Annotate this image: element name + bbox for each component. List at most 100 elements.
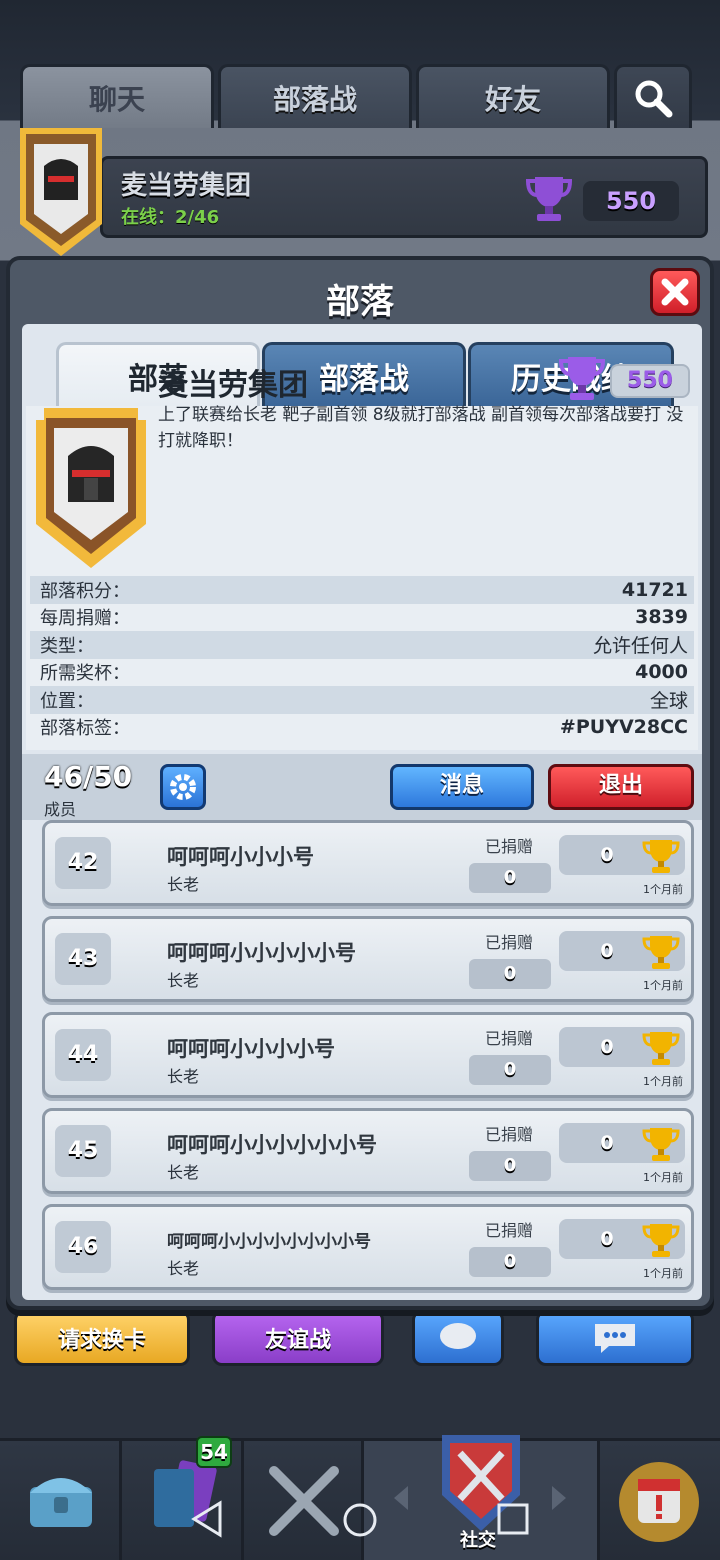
last-seen: 1个月前 xyxy=(643,1171,683,1184)
speech-icon xyxy=(595,1324,635,1353)
member-trophies: 0 xyxy=(600,844,614,866)
crossed-swords-icon xyxy=(269,1466,339,1536)
bottom-nav xyxy=(0,1435,720,1560)
gear-icon xyxy=(170,774,196,800)
chest-icon xyxy=(30,1478,92,1527)
gold-trophy-icon xyxy=(642,1128,680,1161)
cards-count-badge: 54 xyxy=(196,1436,232,1468)
stat-value: 41721 xyxy=(621,578,688,601)
nav-social-label: 社交 xyxy=(460,1530,496,1551)
request-cards-button[interactable]: 请求换卡 xyxy=(14,1310,190,1366)
member-role: 长老 xyxy=(167,1163,200,1182)
member-name: 呵呵呵小小小小小小小小号 xyxy=(167,1232,371,1252)
clan-strip-name: 麦当劳集团 xyxy=(121,171,252,201)
member-rank: 43 xyxy=(55,933,111,985)
clan-strip-trophies: 550 xyxy=(583,181,679,221)
stat-value: #PUYV28CC xyxy=(559,716,688,739)
clan-stats: 部落积分： 41721 每周捐赠： 3839 类型： 允许任何人 所需奖杯： 4000 … xyxy=(30,576,694,741)
tab-friends[interactable]: 好友 xyxy=(416,64,610,128)
member-rank: 42 xyxy=(55,837,111,889)
member-row[interactable]: 44 呵呵呵小小小小号 长老 已捐赠 0 0 1个月前 xyxy=(42,1012,694,1098)
stat-row: 每周捐赠： 3839 xyxy=(30,604,694,632)
clan-info-modal: 部落 部落 部落战 历史战绩 麦当劳集团 550 上了联赛给长老 靶子副首领 8… xyxy=(6,256,714,1310)
member-role: 长老 xyxy=(167,875,200,894)
stat-label: 所需奖杯： xyxy=(40,663,130,685)
stat-row: 部落标签： #PUYV28CC xyxy=(30,714,694,742)
member-trophies: 0 xyxy=(600,1132,614,1154)
last-seen: 1个月前 xyxy=(643,883,683,896)
member-trophies: 0 xyxy=(600,1228,614,1250)
home-nav-icon[interactable] xyxy=(342,1502,378,1538)
stat-label: 部落积分： xyxy=(40,580,130,602)
member-rank: 46 xyxy=(55,1221,111,1273)
last-seen: 1个月前 xyxy=(643,1075,683,1088)
clan-strip-online: 在线：2/46 xyxy=(121,207,220,228)
recents-nav-icon[interactable] xyxy=(496,1502,530,1536)
member-row[interactable]: 43 呵呵呵小小小小小号 长老 已捐赠 0 0 1个月前 xyxy=(42,916,694,1002)
scroll-right-icon[interactable] xyxy=(548,1484,570,1512)
clan-badge-icon xyxy=(36,408,146,568)
last-seen: 1个月前 xyxy=(643,979,683,992)
donated-count: 0 xyxy=(469,959,551,989)
donated-count: 0 xyxy=(469,1151,551,1181)
clan-settings-button[interactable] xyxy=(160,764,206,810)
member-role: 长老 xyxy=(167,971,200,990)
stat-label: 每周捐赠： xyxy=(40,608,130,630)
stat-value: 允许任何人 xyxy=(592,635,688,658)
tab-clan-war[interactable]: 部落战 xyxy=(218,64,412,128)
stat-label: 位置： xyxy=(40,690,94,712)
donated-count: 0 xyxy=(469,1247,551,1277)
stat-label: 部落标签： xyxy=(40,718,130,740)
stat-row: 类型： 允许任何人 xyxy=(30,631,694,659)
member-role: 长老 xyxy=(167,1067,200,1086)
stat-row: 部落积分： 41721 xyxy=(30,576,694,604)
gold-trophy-icon xyxy=(642,840,680,873)
member-count: 46/50 xyxy=(44,760,133,793)
nav-shop[interactable] xyxy=(0,1441,122,1560)
close-icon xyxy=(661,278,689,306)
tab-chat[interactable]: 聊天 xyxy=(20,64,214,128)
nav-battle[interactable] xyxy=(244,1441,364,1560)
member-role: 长老 xyxy=(167,1259,200,1278)
donated-label: 已捐赠 xyxy=(485,933,534,952)
stat-row: 位置： 全球 xyxy=(30,686,694,714)
friendly-battle-button[interactable]: 友谊战 xyxy=(212,1310,384,1366)
chat-bubble-icon xyxy=(440,1323,476,1349)
donated-label: 已捐赠 xyxy=(485,1125,534,1144)
event-calendar-icon xyxy=(619,1462,699,1542)
donated-count: 0 xyxy=(469,863,551,893)
member-name: 呵呵呵小小小小小号 xyxy=(167,941,356,965)
emote-button[interactable] xyxy=(412,1310,504,1366)
modal-title: 部落 xyxy=(326,282,394,322)
member-row[interactable]: 45 呵呵呵小小小小小小号 长老 已捐赠 0 0 1个月前 xyxy=(42,1108,694,1194)
member-name: 呵呵呵小小小号 xyxy=(167,845,314,869)
message-button[interactable]: 消息 xyxy=(390,764,534,810)
nav-events[interactable] xyxy=(600,1441,720,1560)
last-seen: 1个月前 xyxy=(643,1267,683,1280)
stat-label: 类型： xyxy=(40,635,94,657)
search-button[interactable] xyxy=(614,64,692,128)
close-button[interactable] xyxy=(650,268,700,316)
donated-label: 已捐赠 xyxy=(485,837,534,856)
donated-label: 已捐赠 xyxy=(485,1221,534,1240)
member-rank: 45 xyxy=(55,1125,111,1177)
chat-button[interactable] xyxy=(536,1310,694,1366)
trophy-icon xyxy=(525,177,573,221)
leave-clan-button[interactable]: 退出 xyxy=(548,764,694,810)
gold-trophy-icon xyxy=(642,936,680,969)
back-nav-icon[interactable] xyxy=(190,1500,224,1538)
clan-badge-icon xyxy=(20,128,102,256)
clan-summary-strip[interactable]: 麦当劳集团 在线：2/46 550 xyxy=(100,156,708,238)
clan-trophies-value: 550 xyxy=(627,368,673,393)
clan-description: 上了联赛给长老 靶子副首领 8级就打部落战 副首领每次部落战要打 没打就降职！ xyxy=(158,405,684,451)
member-row[interactable]: 46 呵呵呵小小小小小小小小号 长老 已捐赠 0 0 1个月前 xyxy=(42,1204,694,1290)
stat-value: 全球 xyxy=(649,690,688,713)
member-row[interactable]: 42 呵呵呵小小小号 长老 已捐赠 0 0 1个月前 xyxy=(42,820,694,906)
stat-value: 4000 xyxy=(635,661,688,684)
stat-row: 所需奖杯： 4000 xyxy=(30,659,694,687)
trophy-icon xyxy=(558,357,606,400)
donated-count: 0 xyxy=(469,1055,551,1085)
members-label: 成员 xyxy=(44,800,77,819)
scroll-left-icon[interactable] xyxy=(390,1484,412,1512)
donated-label: 已捐赠 xyxy=(485,1029,534,1048)
